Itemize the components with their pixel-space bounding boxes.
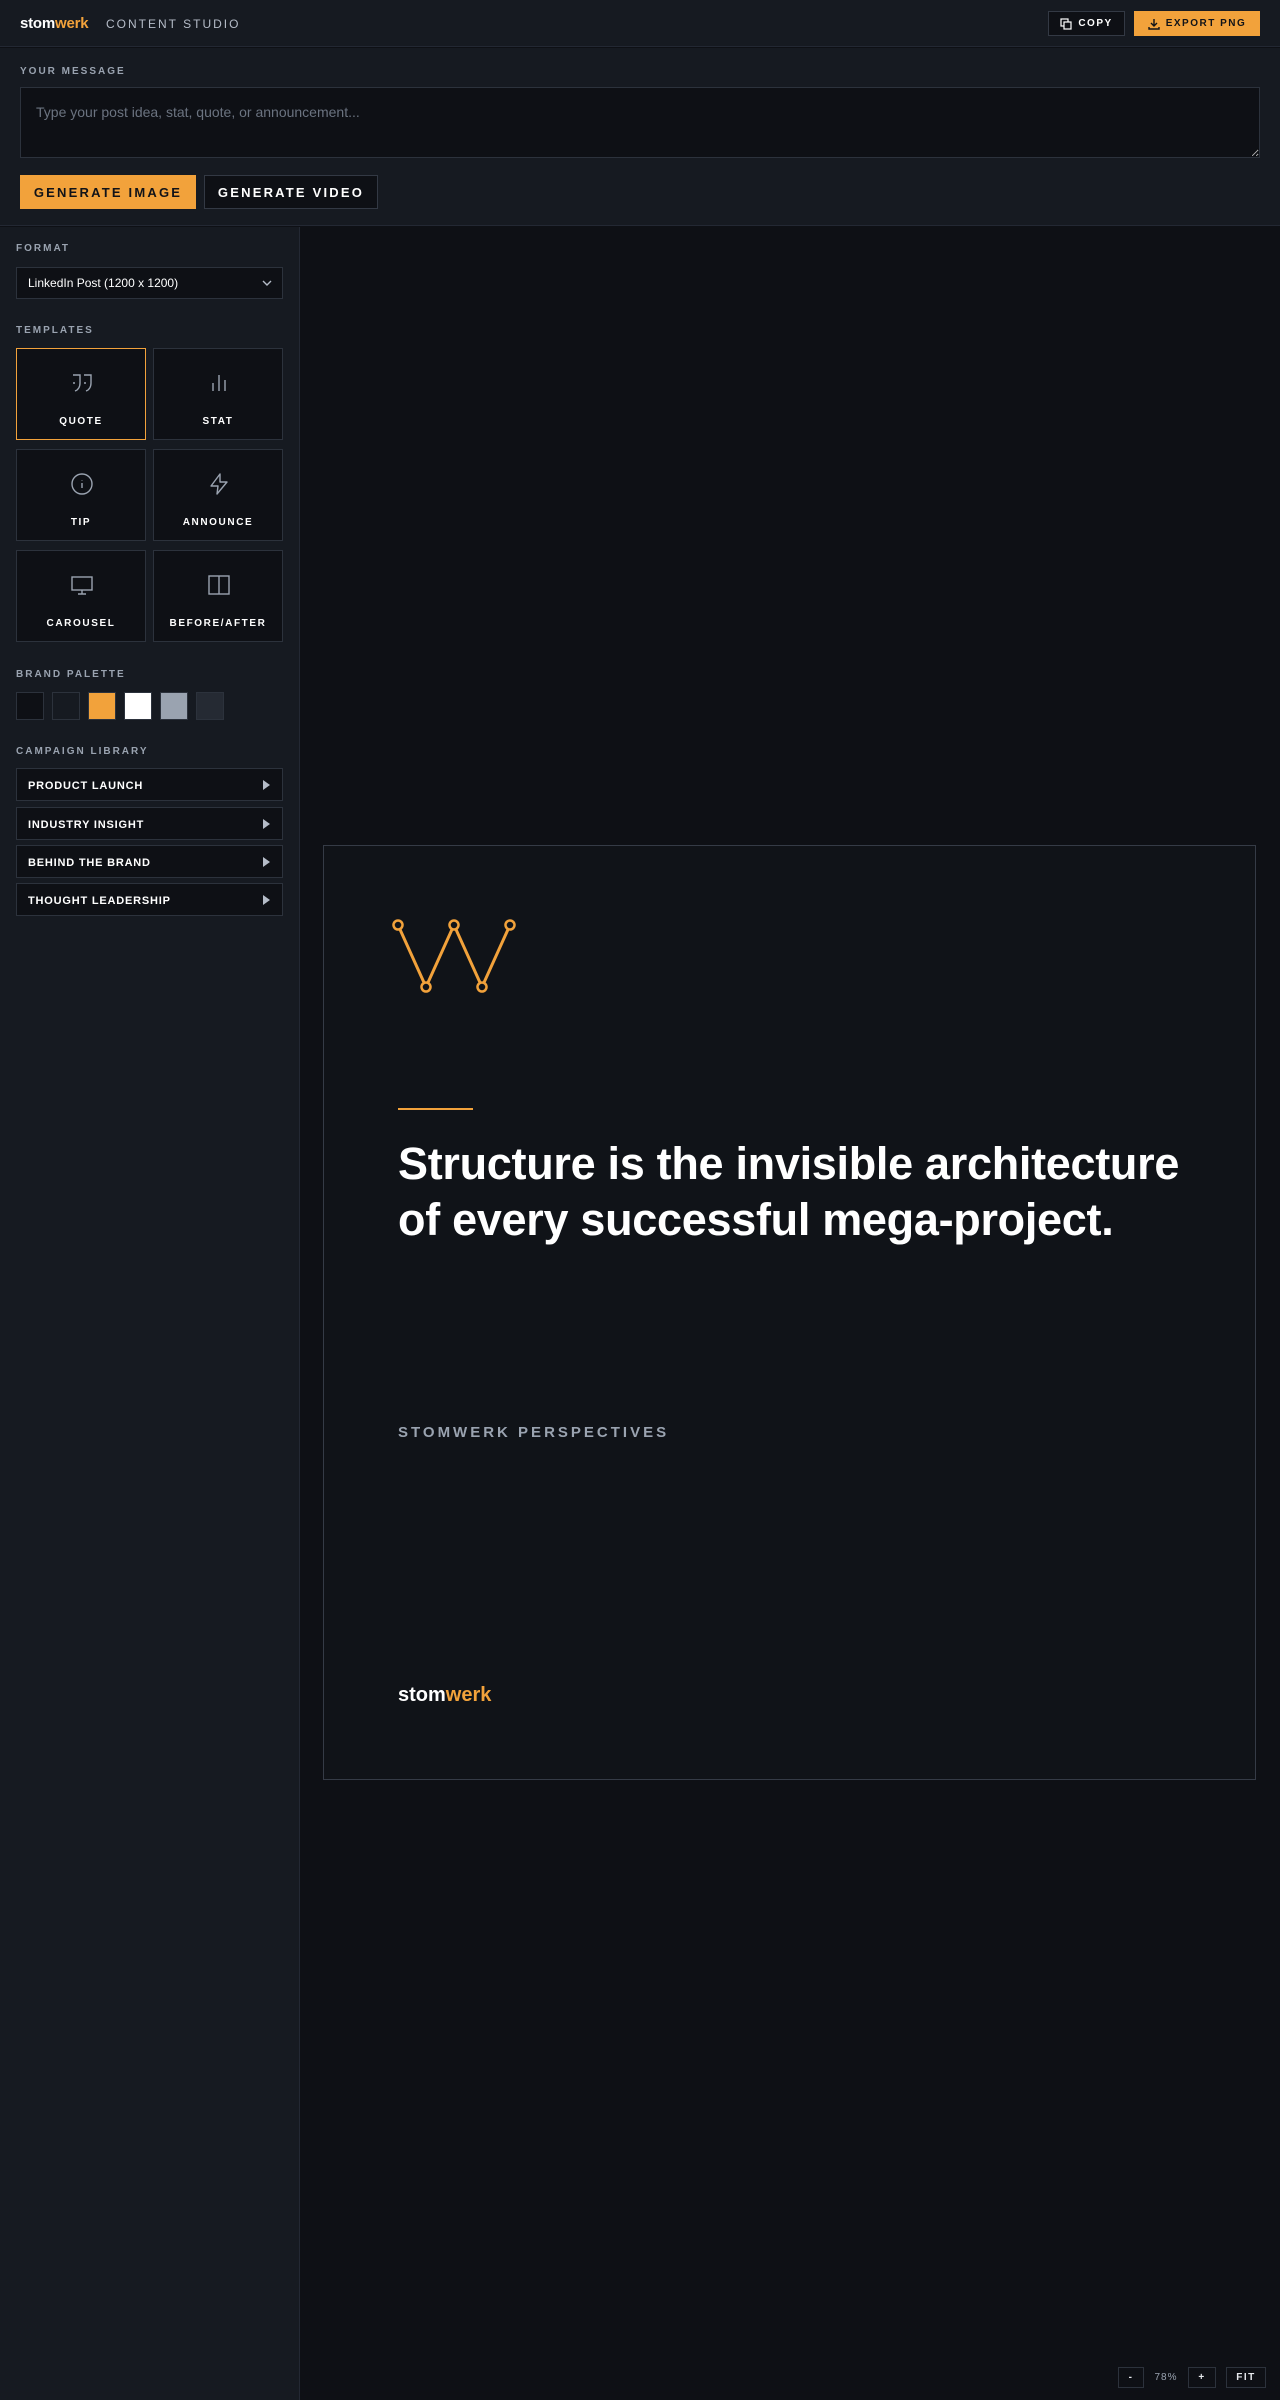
w-logo-icon — [392, 919, 516, 993]
copy-icon — [1060, 17, 1072, 30]
campaign-item-label: THOUGHT LEADERSHIP — [28, 895, 171, 907]
format-select-value: LinkedIn Post (1200 x 1200) — [28, 276, 179, 290]
campaign-item[interactable]: INDUSTRY INSIGHT — [16, 807, 283, 840]
template-quote[interactable]: QUOTE — [16, 348, 146, 440]
template-announce-label: ANNOUNCE — [182, 517, 254, 528]
format-select[interactable]: LinkedIn Post (1200 x 1200) — [16, 267, 283, 299]
post-brand-logo: stomwerk — [398, 1684, 491, 1707]
play-icon — [263, 895, 270, 905]
accent-rule — [398, 1108, 473, 1110]
zoom-fit-button[interactable]: FIT — [1226, 2367, 1266, 2388]
message-label: YOUR MESSAGE — [20, 66, 126, 77]
info-icon — [71, 473, 93, 495]
download-icon — [1148, 18, 1160, 30]
chevron-down-icon — [262, 280, 272, 286]
zoom-out-button[interactable]: - — [1118, 2367, 1144, 2388]
bar-chart-icon — [212, 375, 226, 391]
template-tip[interactable]: TIP — [16, 449, 146, 541]
template-before-after-label: BEFORE/AFTER — [169, 618, 267, 629]
app-title: CONTENT STUDIO — [106, 17, 241, 31]
template-carousel[interactable]: CAROUSEL — [16, 550, 146, 642]
zoom-level: 78% — [1154, 2372, 1178, 2383]
generate-image-button[interactable]: GENERATE IMAGE — [20, 175, 196, 209]
post-series-label: STOMWERK PERSPECTIVES — [398, 1424, 670, 1441]
zoom-in-button[interactable]: + — [1188, 2367, 1216, 2388]
template-stat-label: STAT — [202, 416, 234, 427]
palette-swatch[interactable] — [196, 692, 224, 720]
message-panel: YOUR MESSAGE GENERATE IMAGE GENERATE VID… — [0, 48, 1280, 226]
template-tip-label: TIP — [70, 517, 92, 528]
brand-logo-part2: werk — [55, 15, 89, 32]
campaign-item-label: BEHIND THE BRAND — [28, 857, 151, 869]
app-header: stomwerk CONTENT STUDIO COPY EXPORT PNG — [0, 0, 1280, 47]
palette-swatch[interactable] — [88, 692, 116, 720]
campaign-item[interactable]: THOUGHT LEADERSHIP — [16, 883, 283, 916]
message-input[interactable] — [20, 87, 1260, 158]
campaign-item-label: INDUSTRY INSIGHT — [28, 819, 145, 831]
split-icon — [208, 575, 230, 595]
campaign-item[interactable]: BEHIND THE BRAND — [16, 845, 283, 878]
post-brand-part2: werk — [445, 1684, 492, 1706]
play-icon — [263, 819, 270, 829]
brand-logo-part1: stom — [20, 15, 56, 32]
palette-swatch[interactable] — [124, 692, 152, 720]
post-quote-text: Structure is the invisible architecture … — [398, 1138, 1180, 1245]
template-announce[interactable]: ANNOUNCE — [153, 449, 283, 541]
post-brand-part1: stom — [398, 1684, 446, 1706]
template-stat[interactable]: STAT — [153, 348, 283, 440]
post-preview: Structure is the invisible architecture … — [323, 845, 1256, 1780]
template-carousel-label: CAROUSEL — [46, 618, 116, 629]
play-icon — [263, 780, 270, 790]
campaign-item-label: PRODUCT LAUNCH — [28, 780, 144, 792]
template-before-after[interactable]: BEFORE/AFTER — [153, 550, 283, 642]
brand-logo: stomwerk — [20, 15, 89, 32]
template-quote-label: QUOTE — [59, 416, 103, 427]
lightning-icon — [210, 473, 228, 495]
campaign-item[interactable]: PRODUCT LAUNCH — [16, 768, 283, 801]
quote-icon — [73, 374, 92, 392]
play-icon — [263, 857, 270, 867]
monitor-icon — [71, 576, 93, 595]
campaign-library-label: CAMPAIGN LIBRARY — [16, 746, 149, 757]
format-label: FORMAT — [16, 243, 71, 254]
palette-swatch[interactable] — [16, 692, 44, 720]
export-png-button[interactable]: EXPORT PNG — [1134, 11, 1260, 36]
copy-button-label: COPY — [1078, 18, 1113, 29]
palette-swatch[interactable] — [160, 692, 188, 720]
sidebar: FORMAT LinkedIn Post (1200 x 1200) TEMPL… — [0, 227, 300, 2400]
generate-video-button[interactable]: GENERATE VIDEO — [204, 175, 378, 209]
templates-label: TEMPLATES — [16, 325, 94, 336]
copy-button[interactable]: COPY — [1048, 11, 1125, 36]
palette-swatch[interactable] — [52, 692, 80, 720]
export-png-label: EXPORT PNG — [1165, 18, 1247, 29]
brand-palette-label: BRAND PALETTE — [16, 669, 126, 680]
